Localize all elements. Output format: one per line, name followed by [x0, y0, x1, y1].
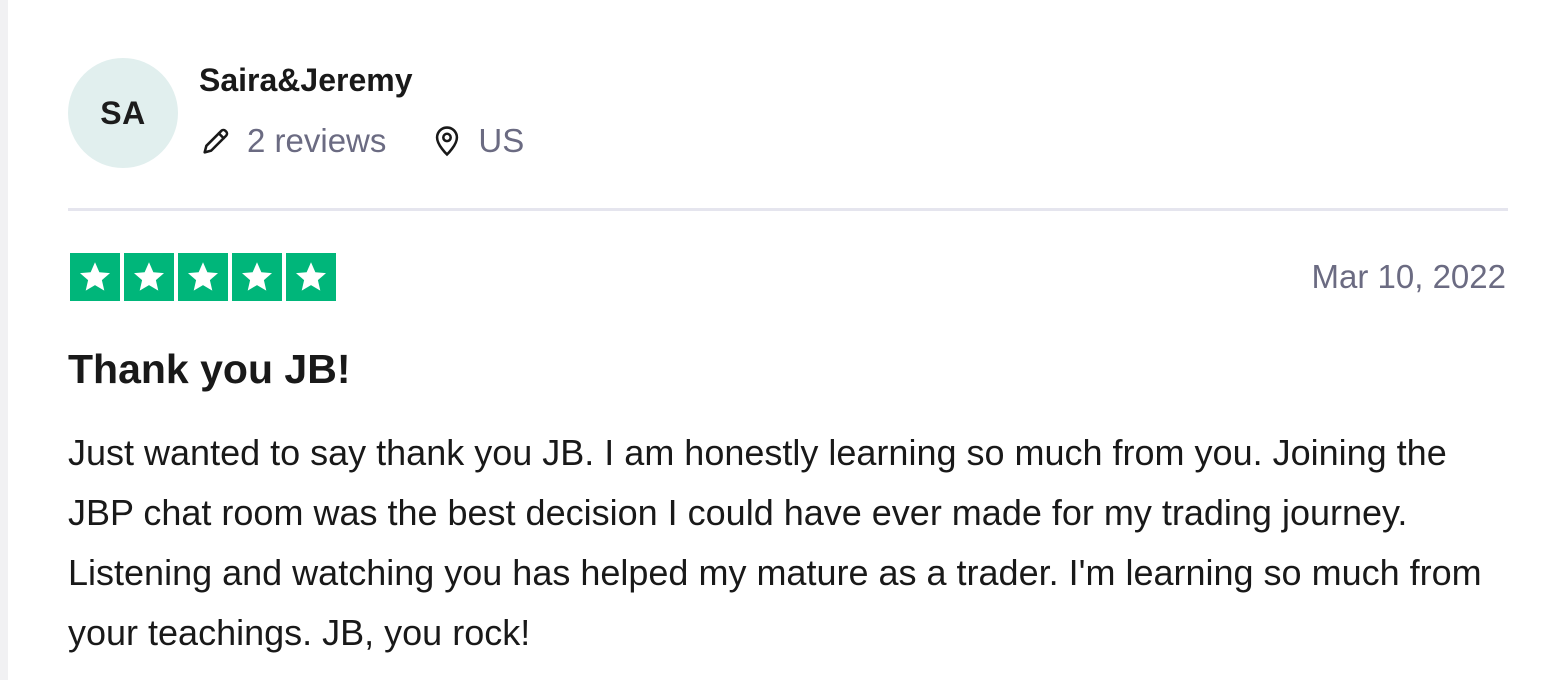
review-card: SA Saira&Jeremy 2 reviews US Mar 10, 202… — [68, 0, 1508, 680]
review-title[interactable]: Thank you JB! — [68, 346, 350, 393]
divider — [68, 208, 1508, 211]
consumer-meta: 2 reviews US — [199, 122, 524, 160]
consumer-country: US — [478, 122, 525, 159]
star-icon — [232, 253, 282, 301]
pencil-icon — [199, 124, 233, 158]
consumer-name[interactable]: Saira&Jeremy — [199, 62, 412, 99]
review-body: Just wanted to say thank you JB. I am ho… — [68, 432, 1482, 653]
star-icon — [70, 253, 120, 301]
star-rating — [70, 253, 336, 301]
star-icon — [124, 253, 174, 301]
reviews-count: 2 reviews — [247, 122, 387, 159]
star-icon — [286, 253, 336, 301]
star-icon — [178, 253, 228, 301]
location-pin-icon — [430, 124, 464, 158]
page-edge — [0, 0, 8, 680]
review-date: Mar 10, 2022 — [1311, 258, 1506, 295]
avatar[interactable]: SA — [68, 58, 178, 168]
